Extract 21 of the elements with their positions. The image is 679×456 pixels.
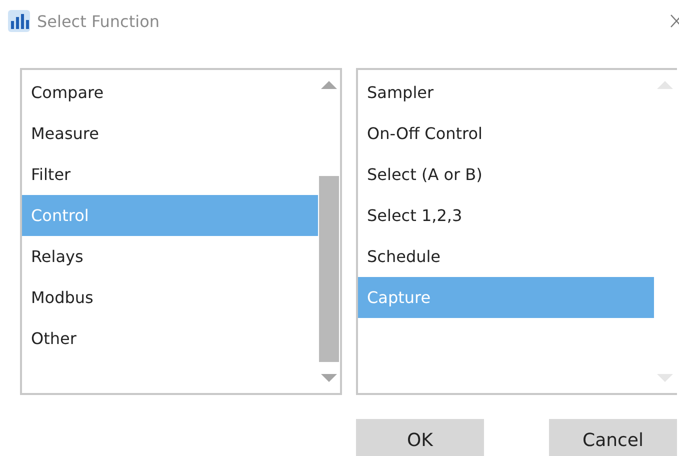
bar-chart-icon [8,10,30,32]
cancel-button[interactable]: Cancel [549,419,677,456]
list-item[interactable]: Select 1,2,3 [358,195,654,236]
list-item[interactable]: Sampler [358,72,654,113]
scroll-down-icon[interactable] [656,373,674,383]
list-item[interactable]: Compare [22,72,318,113]
list-item[interactable]: Schedule [358,236,654,277]
list-item[interactable]: Select (A or B) [358,154,654,195]
close-icon[interactable] [670,14,679,28]
window-title: Select Function [37,12,160,30]
scroll-up-icon[interactable] [656,80,674,90]
list-item[interactable]: Relays [22,236,318,277]
list-item[interactable]: Other [22,318,318,359]
list-item[interactable]: On-Off Control [358,113,654,154]
scroll-down-icon[interactable] [320,373,338,383]
ok-button[interactable]: OK [356,419,484,456]
list-item[interactable]: Measure [22,113,318,154]
scrollbar-thumb[interactable] [319,176,339,362]
scroll-up-icon[interactable] [320,80,338,90]
list-item[interactable]: Filter [22,154,318,195]
list-item[interactable]: Modbus [22,277,318,318]
